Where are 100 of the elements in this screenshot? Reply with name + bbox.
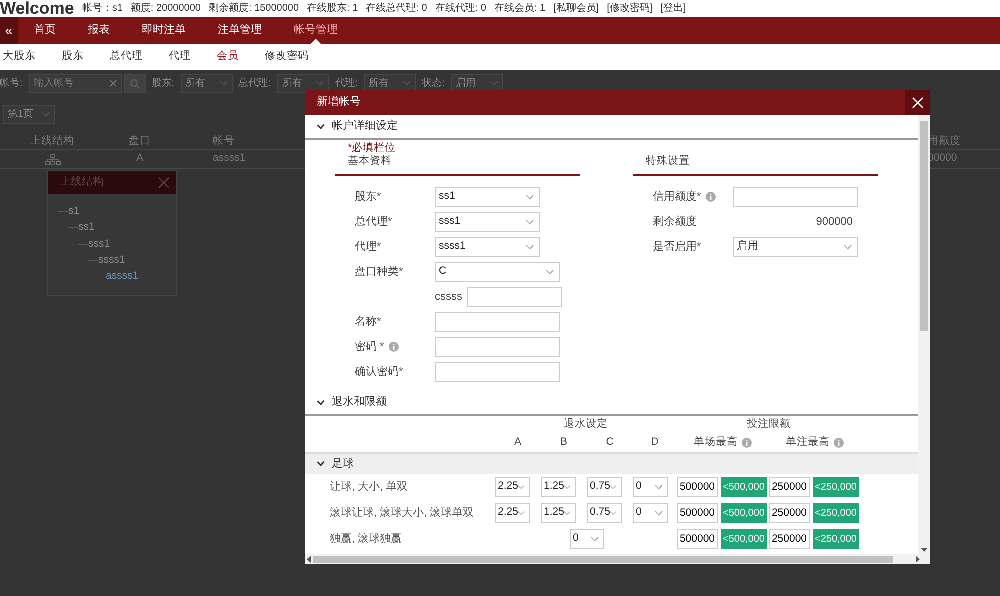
close-button[interactable] <box>905 90 930 115</box>
account-stat: 在线股东: 1 <box>307 2 358 16</box>
text-field[interactable] <box>466 287 562 307</box>
tree-item[interactable]: —sss1 <box>78 236 110 252</box>
tree-item[interactable]: —ssss1 <box>88 252 126 268</box>
group-title: 基本资料 <box>348 155 393 168</box>
limit-field[interactable]: 250000 <box>769 477 810 497</box>
subnav-tab[interactable]: 会员 <box>204 49 252 65</box>
chevron-icon <box>403 81 412 86</box>
row-label: 让球, 大小, 单双 <box>329 480 410 495</box>
text-field[interactable] <box>435 312 560 332</box>
dropdown[interactable]: ssss1 <box>435 237 540 257</box>
dropdown[interactable]: 0.75 <box>587 477 622 497</box>
dropdown[interactable]: 0 <box>633 477 668 497</box>
hierarchy-icon[interactable] <box>44 154 60 164</box>
filter-label: 总代理: <box>238 78 272 89</box>
scroll-thumb[interactable] <box>920 121 928 331</box>
field-label: 代理* <box>355 240 382 255</box>
tree-item[interactable]: assss1 <box>106 268 139 284</box>
field-label: 总代理* <box>355 214 392 230</box>
dropdown[interactable]: C <box>435 262 560 282</box>
nav-tab[interactable]: 首页 <box>18 17 72 44</box>
column-header: 单注最高 <box>786 435 830 450</box>
search-icon <box>130 78 140 88</box>
section-header[interactable]: 帐户详细设定 <box>305 115 918 140</box>
search-button[interactable] <box>124 74 146 93</box>
column-header: C <box>606 435 614 450</box>
chevron-icon <box>564 484 571 490</box>
dropdown[interactable]: 1.25 <box>541 503 576 523</box>
dropdown[interactable]: 0 <box>633 503 668 523</box>
popup-title: 上线结构 <box>60 175 104 190</box>
text-field[interactable] <box>733 187 858 207</box>
limit-field[interactable]: 250000 <box>769 529 810 549</box>
nav-tab[interactable]: 帐号管理 <box>278 17 354 44</box>
filter-label: 代理: <box>335 78 358 89</box>
page-select[interactable]: 第1页 <box>3 105 55 124</box>
subnav-tab[interactable]: 代理 <box>156 49 204 65</box>
nav-tab[interactable]: 即时注单 <box>126 17 202 44</box>
nav-tab[interactable]: 注单管理 <box>202 17 278 44</box>
chevron-icon <box>546 270 554 274</box>
table-cell: assss1 <box>213 152 246 164</box>
dropdown[interactable]: 2.25 <box>495 503 530 523</box>
category-header[interactable]: 足球 <box>305 454 918 474</box>
tree-item[interactable]: —s1 <box>58 203 80 220</box>
column-header: 帐号 <box>213 135 235 147</box>
chevron-icon <box>655 484 663 490</box>
column-header: B <box>560 435 568 450</box>
field-label: 确认密码* <box>355 364 404 380</box>
column-group-header: 退水设定 <box>563 417 609 432</box>
search-field[interactable]: 输入帐号 <box>28 74 122 93</box>
limit-field[interactable]: 250000 <box>769 503 810 523</box>
dropdown[interactable]: ss1 <box>435 187 540 207</box>
dropdown[interactable]: 0 <box>570 529 604 549</box>
account-stat: 额度: 20000000 <box>130 2 201 16</box>
subnav-tab[interactable]: 总代理 <box>97 49 156 65</box>
field-label: 股东* <box>355 190 382 205</box>
group-title: 特殊设置 <box>646 155 691 168</box>
header-link[interactable]: [私聊会员] <box>554 1 600 16</box>
account-stat: 在线代理: 0 <box>435 2 486 16</box>
field-label: 盘口种类* <box>355 264 404 280</box>
chevron-icon <box>610 484 617 490</box>
scroll-thumb[interactable] <box>313 556 893 562</box>
dropdown[interactable]: 2.25 <box>495 477 530 497</box>
dropdown[interactable]: sss1 <box>435 212 540 232</box>
text-field[interactable] <box>435 337 560 357</box>
header-link[interactable]: [修改密码] <box>607 1 653 16</box>
prefix-text: cssss <box>435 290 462 305</box>
header-link[interactable]: [登出] <box>660 1 686 16</box>
subnav-tab[interactable]: 股东 <box>49 49 97 65</box>
chevron-icon <box>610 510 617 516</box>
filter-select[interactable]: 所有 <box>277 74 330 93</box>
limit-field[interactable]: 500000 <box>677 503 718 523</box>
chevron-icon <box>564 510 571 516</box>
section-header[interactable]: 退水和限额 <box>305 391 918 416</box>
limit-field[interactable]: 500000 <box>677 477 718 497</box>
filter-select[interactable]: 所有 <box>180 74 233 93</box>
field-label: 名称* <box>355 314 382 330</box>
nav-tab[interactable]: 报表 <box>72 17 126 44</box>
column-header: D <box>651 435 659 450</box>
dropdown[interactable]: 启用 <box>733 237 858 257</box>
dropdown[interactable]: 1.25 <box>541 477 576 497</box>
row-label: 滚球让球, 滚球大小, 滚球单双 <box>329 506 476 521</box>
subnav-tab[interactable]: 大股东 <box>0 49 49 65</box>
chevron-icon <box>220 81 228 86</box>
text-field[interactable] <box>435 362 560 382</box>
down-arrow-icon <box>920 548 928 552</box>
limit-field[interactable]: 500000 <box>677 529 718 549</box>
chevron-icon <box>490 81 498 86</box>
sidebar-toggle[interactable]: « <box>0 17 18 44</box>
field-label: 信用额度* <box>653 190 702 205</box>
chevron-icon <box>591 536 599 542</box>
chevron-icon <box>518 484 525 490</box>
tree-item[interactable]: —ss1 <box>68 219 95 236</box>
subnav-tab[interactable]: 修改密码 <box>252 49 322 65</box>
close-icon <box>912 96 924 108</box>
modal-title: 新增帐号 <box>316 94 361 110</box>
chevron-icon <box>526 220 534 224</box>
chevron-icon <box>844 244 852 250</box>
field-value: 900000 <box>815 214 853 230</box>
dropdown[interactable]: 0.75 <box>587 503 622 523</box>
